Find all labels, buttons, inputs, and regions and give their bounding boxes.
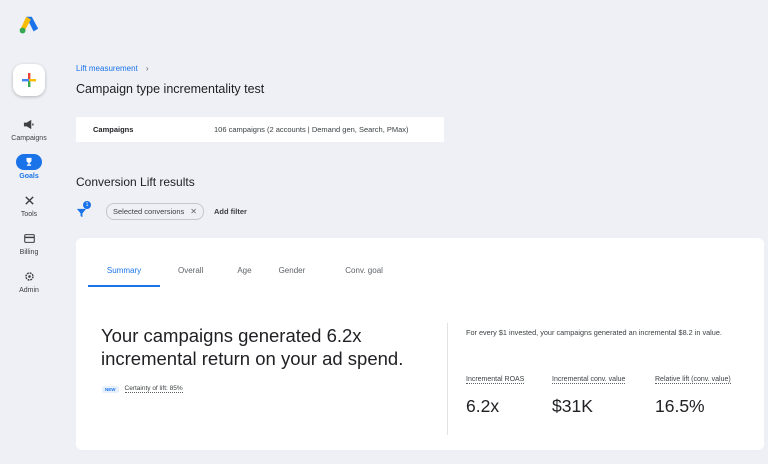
results-card: Summary Overall Age Gender Conv. goal Yo… xyxy=(76,238,764,450)
certainty-row: NEW Certainty of lift: 85% xyxy=(102,385,183,393)
metric-value: 6.2x xyxy=(466,396,500,416)
divider xyxy=(447,323,448,435)
nav-admin[interactable]: Admin xyxy=(16,268,42,294)
nav-label: Billing xyxy=(19,249,39,256)
page-title: Campaign type incrementality test xyxy=(76,82,265,96)
tab-age[interactable]: Age xyxy=(237,266,251,275)
results-headline: Your campaigns generated 6.2x incrementa… xyxy=(101,324,421,370)
headline-line-1: Your campaigns generated 6.2x xyxy=(101,325,362,346)
create-button[interactable] xyxy=(13,64,45,96)
campaigns-value: 106 campaigns (2 accounts | Demand gen, … xyxy=(214,125,409,134)
add-filter-button[interactable]: Add filter xyxy=(214,207,247,216)
tab-summary[interactable]: Summary xyxy=(88,266,160,287)
nav-label: Goals xyxy=(19,173,39,180)
nav-rail: Campaigns Goals Tools Billing Admin xyxy=(0,0,58,464)
tab-gender[interactable]: Gender xyxy=(279,266,306,275)
headline-line-2: incremental return on your ad spend. xyxy=(101,348,404,369)
gear-icon xyxy=(16,268,42,284)
nav-tools[interactable]: Tools xyxy=(16,192,42,218)
nav-campaigns[interactable]: Campaigns xyxy=(11,116,47,142)
nav-label: Campaigns xyxy=(11,135,47,142)
metric-incremental-roas: Incremental ROAS 6.2x xyxy=(466,368,525,417)
metric-label[interactable]: Relative lift (conv. value) xyxy=(655,376,731,384)
campaigns-summary-card[interactable]: Campaigns 106 campaigns (2 accounts | De… xyxy=(76,117,444,142)
metric-incremental-conv-value: Incremental conv. value $31K xyxy=(552,368,626,417)
results-tabs: Summary Overall Age Gender Conv. goal xyxy=(88,266,383,287)
trophy-icon xyxy=(16,154,42,170)
nav-goals[interactable]: Goals xyxy=(16,154,42,180)
close-icon[interactable]: ✕ xyxy=(190,207,197,216)
filter-bar: 1 Selected conversions ✕ Add filter xyxy=(76,201,247,220)
filter-chip-label: Selected conversions xyxy=(113,206,185,216)
new-badge: NEW xyxy=(102,385,119,393)
section-title: Conversion Lift results xyxy=(76,175,195,189)
tools-icon xyxy=(16,192,42,208)
metric-label[interactable]: Incremental conv. value xyxy=(552,376,626,384)
filter-icon[interactable]: 1 xyxy=(76,201,91,218)
nav-label: Tools xyxy=(20,211,38,218)
metric-relative-lift: Relative lift (conv. value) 16.5% xyxy=(655,368,731,417)
plus-icon xyxy=(22,73,36,87)
credit-card-icon xyxy=(16,230,42,246)
chevron-right-icon: › xyxy=(145,64,149,73)
filter-chip[interactable]: Selected conversions ✕ xyxy=(106,202,204,220)
megaphone-icon xyxy=(16,116,42,132)
metric-value: 16.5% xyxy=(655,396,705,416)
certainty-text[interactable]: Certainty of lift: 85% xyxy=(124,385,183,393)
nav-label: Admin xyxy=(19,287,39,294)
google-ads-logo[interactable] xyxy=(18,14,40,36)
campaigns-label: Campaigns xyxy=(93,125,134,134)
nav-billing[interactable]: Billing xyxy=(16,230,42,256)
breadcrumb: Lift measurement › xyxy=(76,64,148,73)
tab-conv-goal[interactable]: Conv. goal xyxy=(345,266,383,275)
filter-count-badge: 1 xyxy=(83,201,91,209)
breadcrumb-link[interactable]: Lift measurement xyxy=(76,64,138,73)
tab-overall[interactable]: Overall xyxy=(178,266,203,275)
invest-summary: For every $1 invested, your campaigns ge… xyxy=(466,328,722,337)
metric-label[interactable]: Incremental ROAS xyxy=(466,376,525,384)
metric-value: $31K xyxy=(552,396,593,416)
